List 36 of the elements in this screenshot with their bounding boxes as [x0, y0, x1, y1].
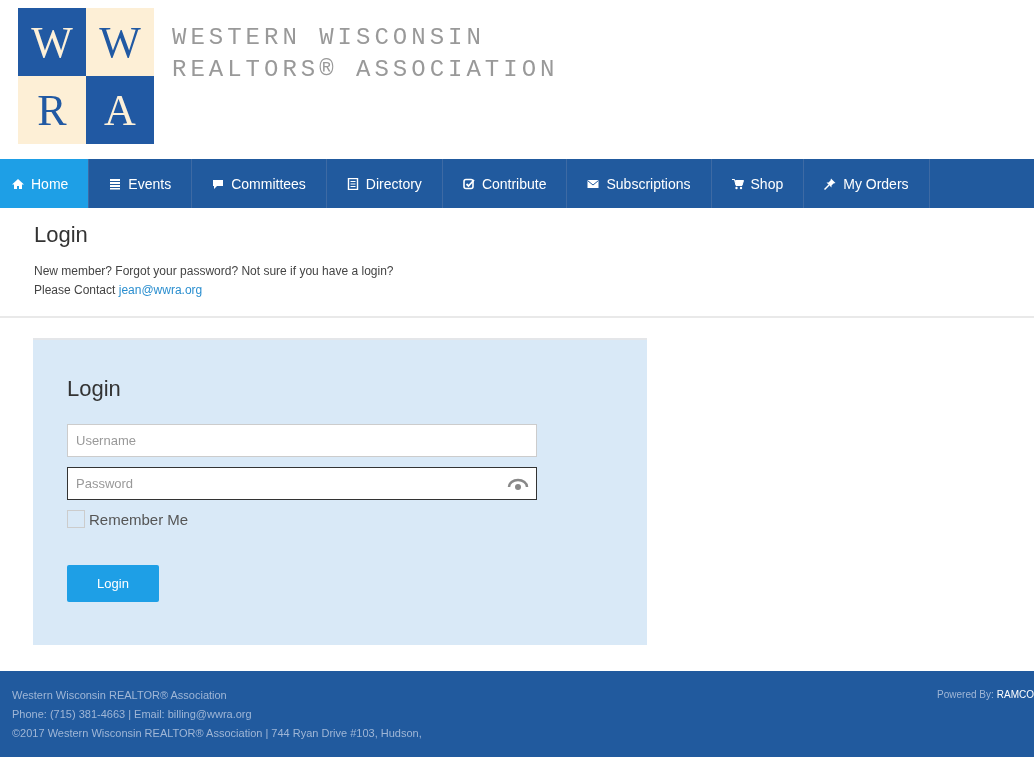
- organization-name: WESTERN WISCONSIN: [172, 23, 486, 53]
- speech-bubble-icon: [212, 177, 225, 190]
- powered-by-label: Powered By:: [937, 688, 994, 702]
- nav-tab[interactable]: My Orders: [804, 159, 930, 208]
- document-icon: [346, 177, 359, 190]
- nav-tab[interactable]: Events: [89, 159, 193, 208]
- nav-tab[interactable]: Subscriptions: [567, 159, 712, 208]
- envelope-icon: [587, 177, 600, 190]
- nav-tab[interactable]: Contribute: [442, 159, 568, 208]
- form-title: Login: [67, 376, 122, 402]
- list-icon: [109, 177, 122, 190]
- logo-letter: A: [86, 76, 154, 144]
- nav-tab[interactable]: Shop: [711, 159, 805, 208]
- contact-text: Please Contact: [34, 283, 116, 297]
- nav-tab[interactable]: Directory: [326, 159, 443, 208]
- nav-tab[interactable]: Committees: [192, 159, 327, 208]
- intro-text: New member? Forgot your password? Not sure if you have a login?: [34, 263, 395, 280]
- pin-icon: [824, 177, 837, 190]
- checkbox-icon: [462, 177, 475, 190]
- page-title: Login: [34, 222, 89, 248]
- vendor-name: RAMCO: [996, 688, 1034, 702]
- email-link[interactable]: jean@wwra.org: [118, 283, 203, 297]
- footer-text: Western Wisconsin REALTOR® Association: [12, 688, 228, 702]
- eye-icon[interactable]: [507, 477, 529, 491]
- logo-letter: R: [18, 76, 86, 144]
- organization-name: REALTORS® ASSOCIATION: [172, 55, 559, 85]
- username-field[interactable]: Username: [67, 424, 537, 457]
- logo-letter: W: [86, 8, 154, 76]
- remember-label: Remember Me: [89, 510, 189, 528]
- remember-checkbox[interactable]: [67, 510, 85, 528]
- password-field[interactable]: Password: [67, 467, 537, 500]
- cart-icon: [731, 177, 744, 190]
- logo-letter: W: [18, 8, 86, 76]
- footer-text: ©2017 Western Wisconsin REALTOR® Association | 744 Ryan Drive #103, Hudson,: [12, 726, 422, 740]
- footer-text: Phone: (715) 381-4663 | Email: billing@wwra.org: [12, 707, 253, 721]
- home-icon: [12, 177, 24, 190]
